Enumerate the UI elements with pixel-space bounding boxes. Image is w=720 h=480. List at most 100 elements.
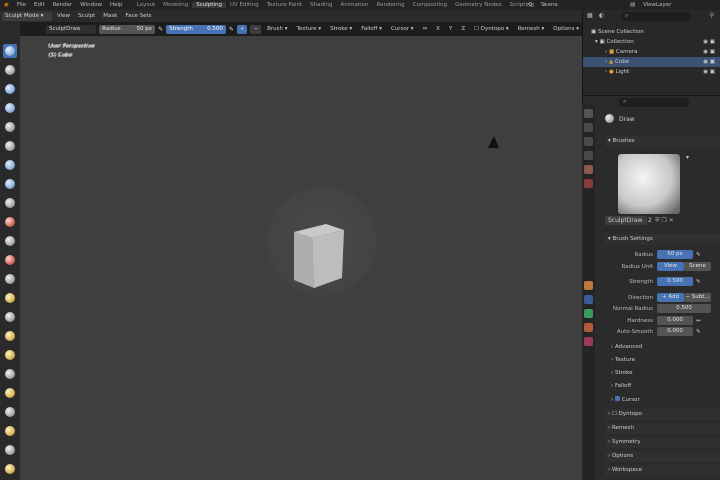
tool-smooth[interactable] bbox=[3, 215, 17, 229]
brush-selector[interactable]: SculptDraw bbox=[46, 24, 97, 34]
brush-dropdown[interactable]: Brush ▾ bbox=[264, 25, 290, 34]
tool-flatten[interactable] bbox=[3, 234, 17, 248]
panel-brush-settings[interactable]: ▾ Brush Settings bbox=[605, 234, 720, 245]
tab-compositing[interactable]: Compositing bbox=[409, 2, 451, 8]
symmetry-x[interactable]: X bbox=[433, 25, 443, 34]
scene-name[interactable]: Scene bbox=[541, 2, 558, 8]
blender-logo-icon[interactable]: ◉ bbox=[0, 2, 13, 8]
tool-clay-thumb[interactable] bbox=[3, 120, 17, 134]
panel-options[interactable]: › Options bbox=[605, 451, 720, 462]
tool-grab[interactable] bbox=[3, 329, 17, 343]
texture-dropdown[interactable]: Texture ▾ bbox=[293, 25, 324, 34]
tab-scripting[interactable]: Scripting bbox=[506, 2, 538, 8]
outliner-editor-icon[interactable]: ▦ bbox=[587, 12, 593, 19]
visibility-icon[interactable]: ◉ ▣ bbox=[703, 37, 715, 47]
tab-texture-icon[interactable] bbox=[584, 337, 593, 346]
tab-rendering[interactable]: Rendering bbox=[373, 2, 409, 8]
brush-datablock-field[interactable]: SculptDraw bbox=[605, 216, 647, 225]
light-visibility-icon[interactable]: ◉ ▣ bbox=[703, 67, 715, 77]
tool-pose[interactable] bbox=[3, 405, 17, 419]
tool-clay[interactable] bbox=[3, 82, 17, 96]
3d-viewport[interactable]: User Perspective (1) Cube bbox=[20, 36, 582, 480]
cursor-dropdown[interactable]: Cursor ▾ bbox=[388, 25, 417, 34]
tool-layer[interactable] bbox=[3, 139, 17, 153]
display-mode-icon[interactable]: ◐ bbox=[599, 12, 604, 19]
symmetry-y[interactable]: Y bbox=[446, 25, 455, 34]
outliner-row-scene-collection[interactable]: ▣ Scene Collection bbox=[583, 27, 720, 37]
panel-brushes[interactable]: ▾ Brushes bbox=[605, 136, 720, 147]
tool-crease[interactable] bbox=[3, 196, 17, 210]
filter-icon[interactable]: ⚲ bbox=[710, 12, 714, 19]
tab-object-icon[interactable] bbox=[584, 281, 593, 290]
view-layer-name[interactable]: ViewLayer bbox=[643, 2, 671, 8]
symmetry-icon[interactable]: ⇔ bbox=[420, 25, 431, 34]
fake-user-icon[interactable]: ⛨ ❐ ✕ bbox=[655, 216, 674, 225]
radius-pressure-icon[interactable]: ✎ bbox=[696, 252, 701, 258]
pen-pressure-icon[interactable]: ✎ bbox=[158, 26, 163, 33]
tool-inflate[interactable] bbox=[3, 158, 17, 172]
brush-users-count[interactable]: 2 bbox=[648, 216, 652, 225]
radius-unit-view[interactable]: View bbox=[657, 262, 684, 271]
brush-preview-image[interactable] bbox=[618, 154, 680, 214]
menu-file[interactable]: File bbox=[13, 2, 30, 8]
outliner-row-collection[interactable]: ▾ ▣ Collection ◉ ▣ bbox=[583, 37, 720, 47]
menu-render[interactable]: Render bbox=[49, 2, 77, 8]
tool-box-mask[interactable] bbox=[3, 443, 17, 457]
tool-multiplane-scrape[interactable] bbox=[3, 291, 17, 305]
menu-sculpt[interactable]: Sculpt bbox=[75, 12, 98, 21]
subpanel-texture[interactable]: › Texture bbox=[611, 357, 635, 363]
outliner-row-light[interactable]: › ● Light ◉ ▣ bbox=[583, 67, 720, 77]
hardness-value[interactable]: 0.000 bbox=[657, 316, 693, 325]
tool-blob[interactable] bbox=[3, 177, 17, 191]
menu-window[interactable]: Window bbox=[76, 2, 106, 8]
tool-transform[interactable] bbox=[3, 462, 17, 476]
radius-unit-scene[interactable]: Scene bbox=[684, 262, 711, 271]
direction-add-button[interactable]: + bbox=[236, 24, 248, 34]
tab-layout[interactable]: Layout bbox=[133, 2, 160, 8]
tab-animation[interactable]: Animation bbox=[336, 2, 372, 8]
mode-selector[interactable]: Sculpt Mode ▾ bbox=[2, 11, 52, 21]
subpanel-advanced[interactable]: › Advanced bbox=[611, 344, 642, 350]
tool-clay-strips[interactable] bbox=[3, 101, 17, 115]
strength-pressure-icon-props[interactable]: ✎ bbox=[696, 279, 701, 285]
tab-sculpting[interactable]: Sculpting bbox=[192, 2, 226, 8]
outliner-row-cube[interactable]: › ▲ Cube ◉ ▣ bbox=[583, 57, 720, 67]
tab-tool-icon[interactable] bbox=[584, 109, 593, 118]
tab-data-icon[interactable] bbox=[584, 309, 593, 318]
tab-world-icon[interactable] bbox=[584, 179, 593, 188]
direction-add[interactable]: + Add bbox=[657, 293, 684, 302]
cube-object[interactable] bbox=[288, 218, 348, 288]
tool-elastic-deform[interactable] bbox=[3, 348, 17, 362]
panel-workspace[interactable]: › Workspace bbox=[605, 465, 720, 476]
normal-radius-value[interactable]: 0.500 bbox=[657, 304, 711, 313]
stroke-dropdown[interactable]: Stroke ▾ bbox=[327, 25, 355, 34]
subpanel-falloff[interactable]: › Falloff bbox=[611, 383, 631, 389]
hardness-invert-icon[interactable]: ↔ bbox=[696, 318, 701, 324]
tab-geometry-nodes[interactable]: Geometry Nodes bbox=[451, 2, 505, 8]
strength-pressure-icon[interactable]: ✎ bbox=[229, 26, 234, 33]
outliner-row-camera[interactable]: › ■ Camera ◉ ▣ bbox=[583, 47, 720, 57]
options-dropdown[interactable]: Options ▾ bbox=[550, 25, 582, 34]
view-layer-icon[interactable]: ▤ bbox=[630, 2, 635, 8]
symmetry-z[interactable]: Z bbox=[458, 25, 468, 34]
tool-pinch[interactable] bbox=[3, 310, 17, 324]
panel-symmetry[interactable]: › Symmetry bbox=[605, 437, 720, 448]
brush-preview-dropdown-icon[interactable]: ▾ bbox=[686, 154, 689, 161]
tab-modifier-icon[interactable] bbox=[584, 295, 593, 304]
tab-shading[interactable]: Shading bbox=[306, 2, 336, 8]
tool-draw[interactable] bbox=[3, 44, 17, 58]
props-strength-value[interactable]: 0.500 bbox=[657, 277, 693, 286]
autosmooth-pressure-icon[interactable]: ✎ bbox=[696, 329, 701, 335]
subpanel-stroke[interactable]: › Stroke bbox=[611, 370, 632, 376]
menu-face-sets[interactable]: Face Sets bbox=[122, 12, 154, 21]
subpanel-cursor[interactable]: › Cursor bbox=[611, 396, 640, 403]
cursor-checkbox[interactable] bbox=[614, 396, 620, 401]
direction-subtract[interactable]: − Subt... bbox=[684, 293, 711, 302]
radius-field[interactable]: Radius 50 px bbox=[99, 24, 156, 34]
tool-thumb[interactable] bbox=[3, 386, 17, 400]
panel-dyntopo[interactable]: › ☐ Dyntopo bbox=[605, 409, 720, 420]
remesh-dropdown[interactable]: Remesh ▾ bbox=[515, 25, 548, 34]
scene-icon[interactable]: ⛭ bbox=[528, 2, 532, 9]
menu-edit[interactable]: Edit bbox=[30, 2, 49, 8]
camera-visibility-icon[interactable]: ◉ ▣ bbox=[703, 47, 715, 57]
